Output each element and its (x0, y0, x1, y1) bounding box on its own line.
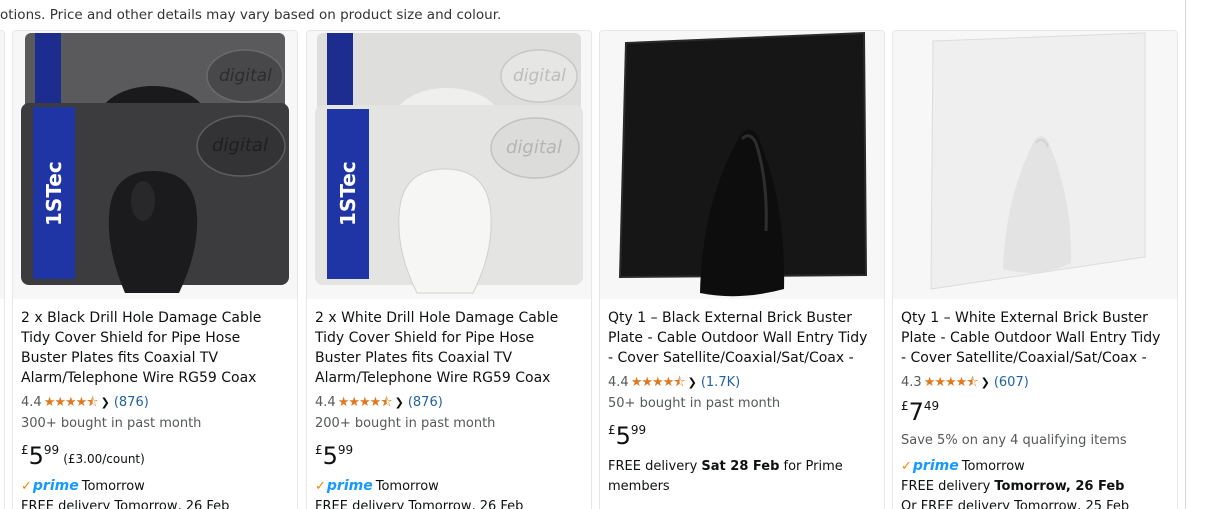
price-whole: 5 (615, 422, 631, 450)
price-fraction: 49 (923, 399, 940, 413)
delivery-text: FREE delivery Tomorrow, 26 Feb (901, 477, 1169, 497)
delivery-text: FREE delivery Sat 28 Feb for Prime membe… (608, 457, 876, 497)
price-whole: 7 (908, 398, 924, 426)
price-currency: £ (901, 399, 909, 413)
price-currency: £ (608, 423, 616, 437)
star-rating-icon[interactable]: ★★★★ ⯪ (44, 396, 99, 409)
product-title-link[interactable]: Qty 1 – Black External Brick Buster Plat… (608, 308, 876, 368)
product-title-link[interactable]: 2 x Black Drill Hole Damage Cable Tidy C… (21, 308, 289, 388)
product-title-link[interactable]: Qty 1 – White External Brick Buster Plat… (901, 308, 1169, 368)
product-image[interactable]: digital 1STec digital (307, 31, 591, 299)
brand-text: digital (219, 66, 272, 86)
chevron-down-icon[interactable]: ❯ (101, 396, 110, 409)
delivery-text: FREE delivery Tomorrow, 26 Feb (315, 499, 524, 509)
prime-delivery-day: Tomorrow (375, 478, 439, 494)
brand-logo-text: 1STec (336, 161, 360, 226)
price[interactable]: £ 7 49 (901, 399, 1169, 429)
brand-logo-text: 1STec (42, 161, 66, 226)
price-currency: £ (315, 443, 323, 457)
price[interactable]: £ 5 99 (315, 443, 583, 473)
prime-delivery-day: Tomorrow (81, 478, 145, 494)
prime-delivery-day: Tomorrow (961, 458, 1025, 474)
rating-row: 4.4 ★★★★ ⯪ ❯ (876) (315, 391, 583, 413)
prime-check-icon: ✓ (21, 478, 32, 494)
product-card-partial (0, 30, 5, 509)
bought-count: 300+ bought in past month (21, 416, 202, 431)
bought-count: 200+ bought in past month (315, 416, 496, 431)
save-offer-text[interactable]: Save 5% on any 4 qualifying items (901, 433, 1169, 453)
bought-count: 50+ bought in past month (608, 396, 781, 411)
delivery-prefix: FREE delivery (608, 459, 702, 474)
prime-check-icon: ✓ (901, 458, 912, 474)
disclaimer-text: otions. Price and other details may vary… (0, 7, 502, 23)
prime-logo: prime (912, 458, 959, 474)
rating-row: 4.4 ★★★★ ⯪ ❯ (1.7K) (608, 371, 876, 393)
product-image[interactable]: digital 1STec digital (13, 31, 297, 299)
review-count-link[interactable]: (876) (114, 395, 149, 410)
prime-logo: prime (32, 478, 79, 494)
delivery-text: FREE delivery Tomorrow, 26 Feb (21, 499, 230, 509)
product-image[interactable] (893, 31, 1177, 299)
prime-check-icon: ✓ (315, 478, 326, 494)
price-whole: 5 (322, 442, 338, 470)
price[interactable]: £ 5 99 (£3.00/count) (21, 443, 289, 473)
review-count-link[interactable]: (607) (994, 375, 1029, 390)
product-card[interactable]: Qty 1 – White External Brick Buster Plat… (892, 30, 1178, 509)
chevron-down-icon[interactable]: ❯ (981, 376, 990, 389)
review-count-link[interactable]: (1.7K) (701, 375, 740, 390)
star-rating-icon[interactable]: ★★★★ ⯪ (338, 396, 393, 409)
price-whole: 5 (28, 442, 44, 470)
price-fraction: 99 (43, 443, 60, 457)
chevron-down-icon[interactable]: ❯ (395, 396, 404, 409)
review-count-link[interactable]: (876) (408, 395, 443, 410)
rating-value: 4.3 (901, 374, 922, 390)
delivery-date: Tomorrow, 26 Feb (994, 479, 1125, 494)
rating-value: 4.4 (315, 394, 336, 410)
rating-value: 4.4 (21, 394, 42, 410)
rating-value: 4.4 (608, 374, 629, 390)
product-card[interactable]: digital 1STec digital 2 x Black Drill Ho… (12, 30, 298, 509)
brand-text: digital (212, 135, 268, 156)
product-title-link[interactable]: 2 x White Drill Hole Damage Cable Tidy C… (315, 308, 583, 388)
delivery-date: Sat 28 Feb (701, 459, 780, 474)
chevron-down-icon[interactable]: ❯ (688, 376, 697, 389)
prime-badge: ✓ prime Tomorrow (315, 475, 583, 497)
star-rating-icon[interactable]: ★★★★ ⯪ (631, 376, 686, 389)
brand-text: digital (506, 137, 562, 158)
rating-row: 4.4 ★★★★ ⯪ ❯ (876) (21, 391, 289, 413)
brand-text: digital (513, 66, 566, 86)
prime-badge: ✓ prime Tomorrow (21, 475, 289, 497)
prime-badge: ✓ prime Tomorrow (901, 455, 1169, 477)
product-image[interactable] (600, 31, 884, 299)
delivery-alt-text: Or FREE delivery Tomorrow, 25 Feb (901, 499, 1130, 509)
product-card[interactable]: digital 1STec digital 2 x White Drill Ho… (306, 30, 592, 509)
product-card[interactable]: Qty 1 – Black External Brick Buster Plat… (599, 30, 885, 509)
unit-price: (£3.00/count) (63, 452, 145, 466)
price-currency: £ (21, 443, 29, 457)
results-right-border (1185, 0, 1186, 509)
star-rating-icon[interactable]: ★★★★ ⯪ (924, 376, 979, 389)
price[interactable]: £ 5 99 (608, 423, 876, 453)
price-fraction: 99 (630, 423, 647, 437)
rating-row: 4.3 ★★★★ ⯪ ❯ (607) (901, 371, 1169, 393)
delivery-prefix: FREE delivery (901, 479, 995, 494)
price-fraction: 99 (337, 443, 354, 457)
prime-logo: prime (326, 478, 373, 494)
